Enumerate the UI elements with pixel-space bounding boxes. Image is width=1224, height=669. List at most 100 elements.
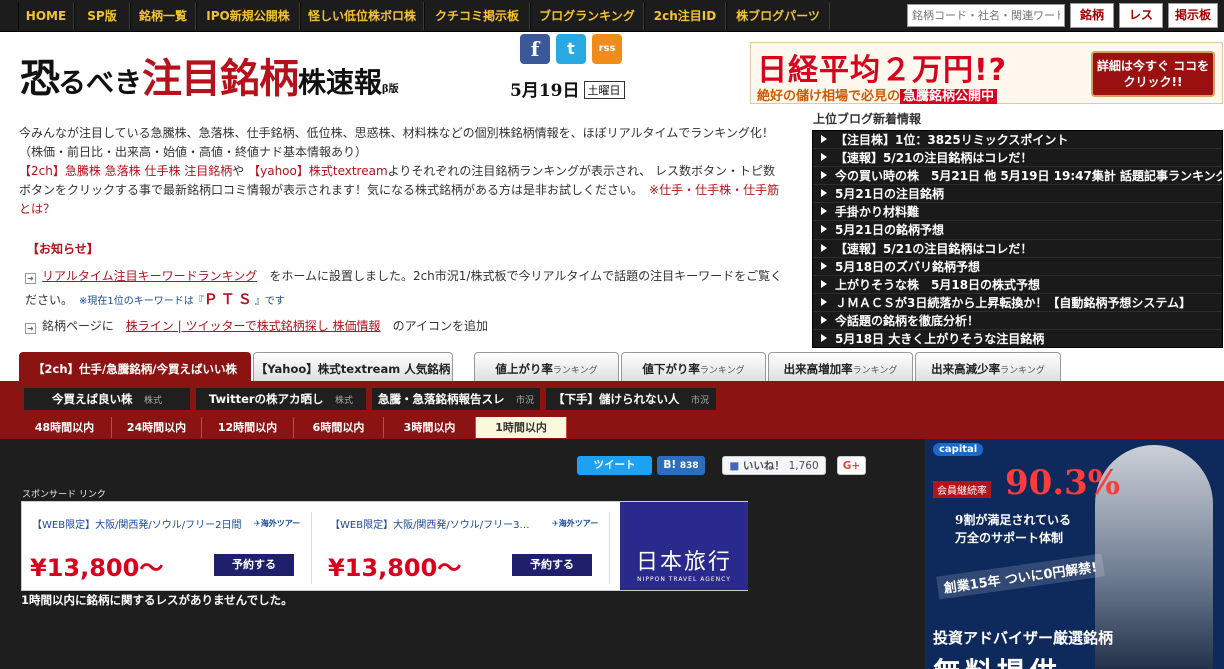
triangle-icon: [821, 225, 827, 234]
kabuline-link[interactable]: 株ライン | ツイッターで株式銘柄探し 株価情報: [126, 319, 381, 333]
rss-icon[interactable]: rss: [592, 34, 622, 64]
facebook-like-button[interactable]: ■ いいね！ 1,760: [722, 456, 826, 475]
ad-reserve-button[interactable]: 予約する: [512, 554, 592, 576]
ad-price: ¥13,800〜: [328, 554, 462, 582]
blog-news-item[interactable]: 今話題の銘柄を徹底分析！: [813, 312, 1222, 331]
airplane-icon: ✈海外ツアー: [254, 519, 301, 528]
hatena-button[interactable]: B! 838: [657, 456, 705, 475]
intro-p1: 今みんなが注目している急騰株、急落株、仕手銘柄、低位株、思惑株、材料株などの個別…: [19, 126, 774, 159]
search-input[interactable]: [907, 4, 1065, 27]
gplus-button[interactable]: G+: [837, 456, 866, 475]
triangle-icon: [821, 315, 827, 324]
ad-card[interactable]: 【WEB限定】大阪/関西発/ソウル/フリー3… ✈海外ツアー ¥13,800〜 …: [320, 512, 610, 584]
ad-price: ¥13,800〜: [30, 554, 164, 582]
ad-title: 【WEB限定】大阪/関西発/ソウル/フリー3…: [330, 520, 530, 531]
date-dow: 土曜日: [583, 81, 625, 99]
tab-yahoo[interactable]: 【Yahoo】株式textream 人気銘柄: [253, 352, 453, 382]
nav-blog-parts[interactable]: 株ブログパーツ: [726, 2, 830, 30]
site-logo[interactable]: 恐るべき注目銘柄株速報β版: [20, 46, 399, 104]
time-tab-48h[interactable]: 48時間以内: [18, 417, 112, 438]
blog-news-text: 今の買い時の株 5月21日 他 5月19日 19:47集計 話題記事ランキング: [835, 169, 1222, 184]
notice-item-2: ➜ 銘柄ページに 株ライン | ツイッターで株式銘柄探し 株価情報 のアイコンを追…: [25, 314, 785, 338]
blog-news-item[interactable]: 5月21日の注目銘柄: [813, 185, 1222, 204]
notice-title: 【お知らせ】: [27, 242, 99, 256]
ad-sub4: 無料提供: [933, 651, 1061, 669]
blog-news-item[interactable]: 今の買い時の株 5月21日 他 5月19日 19:47集計 話題記事ランキング: [813, 167, 1222, 186]
rate-label: 会員継続率: [933, 481, 991, 498]
time-tab-24h[interactable]: 24時間以内: [112, 417, 202, 438]
ad-sub2: 創業15年 ついに0円解禁!: [936, 553, 1105, 600]
blog-news-item[interactable]: 【速報】5/21の注目銘柄はコレだ！: [813, 149, 1222, 168]
blog-news-item[interactable]: 手掛かり材料難: [813, 203, 1222, 222]
ad-air-label: 海外ツアー: [260, 519, 301, 528]
subtab-twitter[interactable]: Twitterの株アカ晒し 株式: [196, 388, 366, 410]
current-date: 5月19日 土曜日: [510, 76, 625, 101]
sponsored-ad[interactable]: 【WEB限定】大阪/関西発/ソウル/フリー2日間 ✈海外ツアー ¥13,800〜…: [21, 501, 748, 591]
blog-news-item[interactable]: 5月18日 大きく上がりそうな注目銘柄: [813, 330, 1222, 347]
notice-2-post: のアイコンを追加: [392, 319, 488, 333]
search-board-button[interactable]: 掲示板: [1168, 3, 1218, 28]
tab-2ch[interactable]: 【2ch】仕手/急騰銘柄/今買えばいい株: [19, 352, 251, 382]
twitter-icon[interactable]: t: [556, 34, 586, 64]
time-tab-1h[interactable]: 1時間以内: [476, 417, 567, 438]
tab-volume-up[interactable]: 出来高増加率ランキング: [768, 352, 913, 382]
blog-news-text: 5月21日の注目銘柄: [835, 187, 945, 202]
nav-low-price[interactable]: 怪しい低位株ボロ株: [300, 2, 424, 30]
top-keyword[interactable]: ＰＴＳ: [204, 292, 255, 308]
triangle-icon: [821, 153, 827, 162]
date-month-day: 5月19日: [510, 81, 580, 101]
nav-ipo[interactable]: IPO新規公開株: [196, 2, 300, 30]
tab-label: 【2ch】仕手/急騰銘柄/今買えばいい株: [33, 362, 237, 376]
nav-home[interactable]: HOME: [18, 2, 74, 30]
banner-click-button[interactable]: 詳細は今すぐ ココをクリック!!: [1091, 51, 1215, 97]
search-stock-button[interactable]: 銘柄: [1070, 3, 1114, 28]
nikkei-banner[interactable]: 日経平均２万円!? 絶好の儲け相場で必見の 急騰銘柄公開中 詳細は今すぐ ココをク…: [750, 42, 1223, 104]
nav-blog-ranking[interactable]: ブログランキング: [530, 2, 644, 30]
ad-sub1: 9割が満足されている 万全のサポート体制: [955, 511, 1071, 547]
blog-news-item[interactable]: 5月18日のズバリ銘柄予想: [813, 258, 1222, 276]
logo-beta: β版: [382, 84, 399, 95]
ad-card[interactable]: 【WEB限定】大阪/関西発/ソウル/フリー2日間 ✈海外ツアー ¥13,800〜…: [22, 512, 312, 584]
tweet-button[interactable]: ツイート: [577, 456, 652, 475]
nav-sp[interactable]: SP版: [74, 2, 130, 30]
ad-brand-logo[interactable]: 日本旅行 NIPPON TRAVEL AGENCY: [620, 502, 748, 590]
ad-brand-name: 日本旅行: [635, 550, 732, 575]
notice-item-1: ➜ リアルタイム注目キーワードランキング をホームに設置しました。2ch市況1/株…: [25, 264, 785, 314]
ad-reserve-button[interactable]: 予約する: [214, 554, 294, 576]
nav-board[interactable]: クチコミ掲示板: [424, 2, 530, 30]
logo-part1: 恐: [20, 55, 60, 102]
tab-price-down[interactable]: 値下がり率ランキング: [621, 352, 766, 382]
nav-stock-list[interactable]: 銘柄一覧: [130, 2, 196, 30]
capital-ad[interactable]: capital 会員継続率 90.3% 9割が満足されている 万全のサポート体制 …: [925, 439, 1224, 669]
facebook-icon[interactable]: f: [520, 34, 550, 64]
triangle-icon: [821, 207, 827, 216]
subtab-buy-now[interactable]: 今買えば良い株 株式: [24, 388, 190, 410]
time-tab-6h[interactable]: 6時間以内: [294, 417, 384, 438]
blog-news-item[interactable]: 【注目株】1位：3825リミックスポイント: [813, 131, 1222, 150]
subtab-label: 【下手】儲けられない人: [552, 392, 680, 406]
intro-2ch-link[interactable]: 【2ch】急騰株 急落株 仕手株 注目銘柄: [19, 164, 232, 178]
blog-news-item[interactable]: ＪＭＡＣＳが3日続落から上昇転換か！【自動銘柄予想システム】: [813, 294, 1222, 312]
blog-news-item[interactable]: 5月21日の銘柄予想: [813, 221, 1222, 240]
blog-news-text: 5月18日 大きく上がりそうな注目銘柄: [835, 332, 1045, 347]
time-tab-3h[interactable]: 3時間以内: [384, 417, 476, 438]
search-res-button[interactable]: レス: [1119, 3, 1163, 28]
blog-news-text: 手掛かり材料難: [835, 205, 920, 220]
blog-news-item[interactable]: 上がりそうな株 5月18日の株式予想: [813, 276, 1222, 294]
subtab-report[interactable]: 急騰・急落銘柄報告スレ 市況: [372, 388, 540, 410]
blog-news-text: 【速報】5/21の注目銘柄はコレだ！: [835, 241, 1033, 256]
subtab-label: Twitterの株アカ晒し: [208, 392, 324, 406]
tweet-label: ツイート: [593, 459, 636, 471]
subtab-loser[interactable]: 【下手】儲けられない人 市況: [546, 388, 716, 410]
tab-volume-down[interactable]: 出来高減少率ランキング: [915, 352, 1061, 382]
tab-label-small: ランキング: [1000, 366, 1045, 376]
intro-yahoo-link[interactable]: 【yahoo】株式textream: [248, 164, 388, 178]
subtab-small: 株式: [335, 396, 354, 406]
subtab-label: 急騰・急落銘柄報告スレ: [377, 392, 505, 406]
nav-2ch-id[interactable]: 2ch注目ID: [644, 2, 726, 30]
logo-part3: 注目銘柄: [142, 55, 299, 102]
blog-news-item[interactable]: 【速報】5/21の注目銘柄はコレだ！: [813, 240, 1222, 258]
time-tab-12h[interactable]: 12時間以内: [202, 417, 294, 438]
tab-price-up[interactable]: 値上がり率ランキング: [474, 352, 619, 382]
keyword-ranking-link[interactable]: リアルタイム注目キーワードランキング: [42, 269, 257, 283]
